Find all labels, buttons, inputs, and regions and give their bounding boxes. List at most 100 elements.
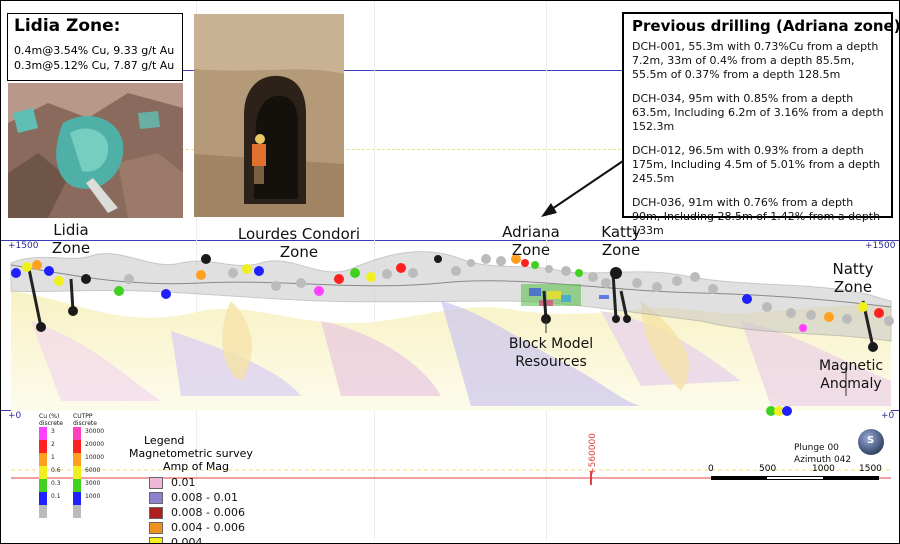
cu-scale-row: 0.3 <box>39 479 73 492</box>
legend-swatch <box>149 492 163 504</box>
scale-label-0: 0 <box>708 464 714 474</box>
cutpp-scale-row: 6000 <box>73 466 113 479</box>
cutpp-scale-title: CUTPP discrete <box>73 413 97 427</box>
legend-item-label: 0.004 <box>171 536 203 544</box>
cutpp-scale-swatch <box>73 492 81 505</box>
cu-scale-bars: 3 2 1 0.6 0.3 0.1 <box>39 427 73 518</box>
previous-drilling-title: Previous drilling (Adriana zone): <box>632 17 900 35</box>
cu-scale-title: Cu (%) discrete <box>39 413 63 427</box>
legend-title: Legend <box>144 434 185 447</box>
cutpp-scale-swatch <box>73 453 81 466</box>
cu-scale-swatch <box>39 505 47 518</box>
cutpp-scale-row: 1000 <box>73 492 113 505</box>
cutpp-scale-swatch <box>73 479 81 492</box>
cu-scale-swatch <box>39 427 47 440</box>
drilling-entry-dch-036: DCH-036, 91m with 0.76% from a depth 90m… <box>632 196 881 237</box>
cutpp-scale-row <box>73 505 113 518</box>
cu-scale-row: 0.6 <box>39 466 73 479</box>
legend-item: 0.004 <box>149 535 279 544</box>
cu-scale-swatch <box>39 466 47 479</box>
scale-bar-segment-1 <box>711 476 767 480</box>
lidia-zone-line-2: 0.3m@5.12% Cu, 7.87 g/t Au <box>14 59 175 72</box>
drilling-entry-dch-034: DCH-034, 95m with 0.85% from a depth 63.… <box>632 92 884 133</box>
legend-item-label: 0.008 - 0.01 <box>171 491 238 504</box>
cutpp-scale-swatch <box>73 466 81 479</box>
cutpp-scale-swatch <box>73 505 81 518</box>
drilling-entries: DCH-001, 55.3m with 0.73%Cu from a depth… <box>632 40 884 248</box>
legend-items: 0.01 0.008 - 0.01 0.008 - 0.006 0.004 - … <box>149 475 279 544</box>
legend-item-label: 0.004 - 0.006 <box>171 521 245 534</box>
cutpp-scale-value: 6000 <box>85 467 101 474</box>
previous-drilling-box: Previous drilling (Adriana zone): DCH-00… <box>622 12 899 237</box>
cu-scale-row: 0.1 <box>39 492 73 505</box>
cutpp-scale-value: 10000 <box>85 454 105 461</box>
cu-scale-swatch <box>39 479 47 492</box>
cu-scale-row: 3 <box>39 427 73 440</box>
cu-scale: Cu (%) discrete 3 2 1 0.6 0.3 0.1 <box>39 413 73 518</box>
legend-item-label: 0.01 <box>171 476 196 489</box>
elevation-label-1500-right: +1500 <box>865 241 896 251</box>
scale-bar-segment-3 <box>823 476 879 480</box>
figure-root: Lidia Zone: 0.4m@3.54% Cu, 9.33 g/t Au 0… <box>0 0 900 544</box>
legend-item: 0.004 - 0.006 <box>149 520 279 535</box>
cu-scale-swatch <box>39 440 47 453</box>
legend-swatch <box>149 537 163 543</box>
scale-label-500: 500 <box>759 464 777 474</box>
lidia-rock-photo <box>8 83 183 218</box>
lidia-zone-box: Lidia Zone: 0.4m@3.54% Cu, 9.33 g/t Au 0… <box>7 13 183 81</box>
legend-item: 0.01 <box>149 475 279 490</box>
drilling-entry-dch-001: DCH-001, 55.3m with 0.73%Cu from a depth… <box>632 40 879 81</box>
scale-label-1000: 1000 <box>812 464 835 474</box>
legend-swatch <box>149 507 163 519</box>
label-lidia-zone: Lidia Zone <box>51 221 91 257</box>
plunge-label: Plunge 00 <box>794 443 839 453</box>
label-block-model-resources: Block Model Resources <box>508 336 594 370</box>
cu-scale-row: 1 <box>39 453 73 466</box>
cutpp-scale-swatch <box>73 440 81 453</box>
cutpp-scale-value: 1000 <box>85 493 101 500</box>
compass-letter: S <box>867 435 875 446</box>
lidia-zone-line-1: 0.4m@3.54% Cu, 9.33 g/t Au <box>14 44 175 57</box>
legend-swatch <box>149 522 163 534</box>
label-natty-zone: Natty Zone <box>832 260 874 296</box>
cutpp-scale-row: 20000 <box>73 440 113 453</box>
cu-scale-value: 0.1 <box>51 493 61 500</box>
legend-item-label: 0.008 - 0.006 <box>171 506 245 519</box>
cutpp-scale-row: 3000 <box>73 479 113 492</box>
label-magnetic-anomaly: Magnetic Anomaly <box>818 358 884 392</box>
cu-scale-row <box>39 505 73 518</box>
label-lourdes-condori-zone: Lourdes Condori Zone <box>237 225 361 261</box>
scale-bar-segment-2 <box>767 476 823 480</box>
scale-label-1500: 1500 <box>859 464 882 474</box>
cu-scale-swatch <box>39 453 47 466</box>
scale-bar: 0 500 1000 1500 <box>708 464 882 488</box>
lidia-zone-title: Lidia Zone: <box>14 16 121 36</box>
cutpp-scale-row: 30000 <box>73 427 113 440</box>
cutpp-scale-value: 3000 <box>85 480 101 487</box>
legend-subtitle: Magnetometric survey <box>129 447 253 460</box>
cu-scale-value: 0.6 <box>51 467 61 474</box>
cu-scale-value: 2 <box>51 441 55 448</box>
label-katty-zone: Katty Zone <box>601 223 641 259</box>
cutpp-scale-swatch <box>73 427 81 440</box>
cutpp-scale-value: 30000 <box>85 428 105 435</box>
orientation-globe-icon: S <box>858 429 884 455</box>
legend: Legend Magnetometric survey Amp of Mag 0… <box>129 434 279 544</box>
orientation-info: Plunge 00 Azimuth 042 <box>794 442 851 466</box>
label-adriana-zone: Adriana Zone <box>502 223 560 259</box>
cutpp-scale-row: 10000 <box>73 453 113 466</box>
cu-scale-value: 1 <box>51 454 55 461</box>
elevation-label-1500-left: +1500 <box>8 241 39 251</box>
cutpp-scale-bars: 30000 20000 10000 6000 3000 1000 <box>73 427 113 518</box>
cutpp-scale: CUTPP discrete 30000 20000 10000 6000 3000 10… <box>73 413 113 518</box>
easting-label: +560000 <box>588 433 598 475</box>
elevation-label-0-left: +0 <box>8 411 22 421</box>
tunnel-photo <box>194 14 344 217</box>
cutpp-scale-value: 20000 <box>85 441 105 448</box>
cu-scale-value: 0.3 <box>51 480 61 487</box>
elevation-label-0-right: +0 <box>881 411 895 421</box>
cu-scale-swatch <box>39 492 47 505</box>
cu-scale-value: 3 <box>51 428 55 435</box>
legend-swatch <box>149 477 163 489</box>
drilling-entry-dch-012: DCH-012, 96.5m with 0.93% from a depth 1… <box>632 144 881 185</box>
